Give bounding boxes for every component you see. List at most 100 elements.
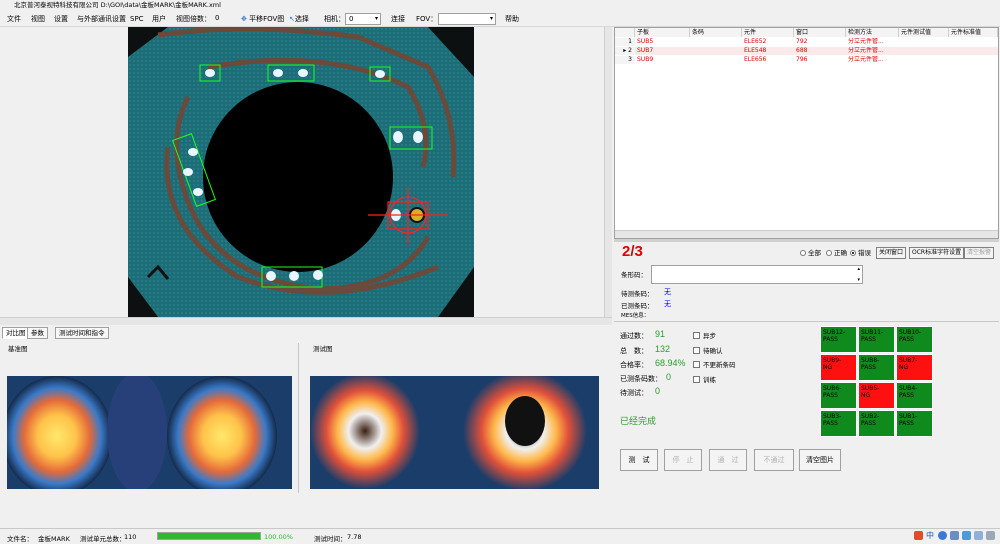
subboard-cell[interactable]: SUB11- PASS bbox=[858, 326, 895, 353]
chevron-down-icon: ▾ bbox=[489, 15, 493, 22]
col-barcode[interactable]: 条码 bbox=[690, 28, 742, 37]
progress-text: 100.00% bbox=[264, 533, 293, 541]
subboard-cell[interactable]: SUB3- PASS bbox=[820, 410, 857, 437]
col-sub[interactable]: 子板 bbox=[635, 28, 690, 37]
subboard-cell[interactable]: SUB7- NG bbox=[896, 354, 933, 381]
view-count-label: 视图倍数： bbox=[176, 15, 211, 23]
menu-comm[interactable]: 与外部通讯设置 bbox=[77, 14, 126, 24]
tab-compare[interactable]: 对比图 bbox=[2, 327, 30, 339]
subboard-cell[interactable]: SUB2- PASS bbox=[858, 410, 895, 437]
grid-icon[interactable] bbox=[986, 531, 995, 540]
select-button[interactable]: ↖选择 bbox=[289, 14, 309, 24]
lang-icon[interactable]: 中 bbox=[926, 530, 934, 541]
cell-method: 分立元件管... bbox=[848, 38, 884, 45]
table-row[interactable]: 1 SUB5 ELE652 792 分立元件管... bbox=[615, 38, 998, 46]
stop-button[interactable]: 停 止 bbox=[664, 449, 702, 471]
moon-icon[interactable] bbox=[938, 531, 947, 540]
confirm-checkbox[interactable]: 待确认 bbox=[693, 345, 723, 355]
tab-params[interactable]: 参数 bbox=[27, 327, 48, 339]
shirt-icon[interactable] bbox=[974, 531, 983, 540]
row-pointer-icon: ▸ bbox=[623, 47, 627, 54]
table-row-selected[interactable]: ▸ 2 SUB7 ELE548 688 分立元件管... bbox=[615, 47, 998, 55]
pcb-image[interactable] bbox=[128, 27, 474, 317]
subboard-cell[interactable]: SUB5- NG bbox=[858, 382, 895, 409]
view-count-input[interactable]: 0 bbox=[212, 13, 234, 25]
camera-label: 相机： bbox=[324, 15, 345, 23]
base-image bbox=[7, 376, 292, 489]
test-button[interactable]: 测 试 bbox=[620, 449, 658, 471]
fail-button[interactable]: 不通过 bbox=[754, 449, 794, 471]
tested-codes-label: 已测条码数： bbox=[620, 375, 662, 383]
cell-part: ELE652 bbox=[744, 38, 767, 45]
right-splitter[interactable] bbox=[614, 239, 999, 242]
menu-help[interactable]: 帮助 bbox=[505, 14, 519, 24]
col-part[interactable]: 元件 bbox=[742, 28, 794, 37]
cell-window: 796 bbox=[796, 56, 808, 63]
panel-splitter[interactable] bbox=[298, 343, 299, 493]
test-image bbox=[310, 376, 599, 489]
person-icon[interactable] bbox=[962, 531, 971, 540]
menu-user[interactable]: 用户 bbox=[152, 14, 166, 24]
pass-button[interactable]: 通 过 bbox=[709, 449, 747, 471]
tested-barcode-value: 无 bbox=[664, 300, 671, 308]
no-update-barcode-checkbox[interactable]: 不更新条码 bbox=[693, 359, 736, 369]
progress-bar bbox=[157, 532, 261, 540]
subboard-cell[interactable]: SUB4- PASS bbox=[896, 382, 933, 409]
subboard-cell[interactable]: SUB6- PASS bbox=[820, 382, 857, 409]
col-window[interactable]: 窗口 bbox=[794, 28, 846, 37]
ocr-settings-button[interactable]: OCR标准字符设置 bbox=[909, 247, 965, 259]
col-std-value[interactable]: 元件标准值 bbox=[949, 28, 998, 37]
menu-view[interactable]: 视图 bbox=[31, 14, 45, 24]
train-checkbox[interactable]: 训练 bbox=[693, 374, 716, 384]
filter-err-radio[interactable]: 错误 bbox=[850, 249, 871, 258]
camera-select[interactable]: 0 ▾ bbox=[345, 13, 381, 25]
tested-codes-value: 0 bbox=[666, 372, 672, 382]
checkbox-icon bbox=[693, 361, 700, 368]
pending-barcode-label: 待测条码： bbox=[621, 290, 654, 298]
async-checkbox[interactable]: 异步 bbox=[693, 330, 716, 340]
status-bar: 文件名： 金板MARK 测试单元总数： 110 100.00% 测试时间： 7.… bbox=[0, 528, 1000, 544]
image-h-scrollbar[interactable] bbox=[0, 317, 612, 325]
status-done: 已经完成 bbox=[620, 417, 657, 427]
keyboard-icon[interactable] bbox=[950, 531, 959, 540]
barcode-input[interactable]: ▴ ▾ bbox=[651, 265, 863, 284]
progress-fill bbox=[158, 533, 260, 539]
pan-fov-button[interactable]: ✥ 平移FOV图 bbox=[241, 14, 284, 24]
file-name-value: 金板MARK bbox=[38, 535, 70, 543]
cell-sub: SUB5 bbox=[637, 38, 654, 45]
checkbox-icon bbox=[693, 376, 700, 383]
menu-spc[interactable]: SPC bbox=[130, 14, 144, 24]
pending-test-value: 0 bbox=[655, 386, 661, 396]
subboard-cell[interactable]: SUB8- PASS bbox=[858, 354, 895, 381]
clear-images-button[interactable]: 清空图片 bbox=[799, 449, 841, 471]
filter-ok-radio[interactable]: 正确 bbox=[826, 249, 847, 258]
subboard-cell[interactable]: SUB9- NG bbox=[820, 354, 857, 381]
connect-button[interactable]: 连接 bbox=[391, 14, 405, 24]
table-h-scrollbar[interactable] bbox=[615, 230, 998, 238]
chevron-down-icon: ▾ bbox=[374, 15, 378, 22]
menu-settings[interactable]: 设置 bbox=[54, 14, 68, 24]
subboard-cell[interactable]: SUB1- PASS bbox=[896, 410, 933, 437]
checkbox-icon bbox=[693, 332, 700, 339]
subboard-cell[interactable]: SUB10- PASS bbox=[896, 326, 933, 353]
checkbox-icon bbox=[693, 347, 700, 354]
ime-icon[interactable] bbox=[914, 531, 923, 540]
row-number: 1 bbox=[615, 38, 635, 46]
radio-icon bbox=[800, 250, 806, 256]
mes-info-label: MES信息： bbox=[621, 313, 650, 319]
results-table: 子板 条码 元件 窗口 检测方法 元件测试值 元件标准值 1 SUB5 ELE6… bbox=[614, 27, 999, 239]
menu-file[interactable]: 文件 bbox=[7, 14, 21, 24]
subboard-cell[interactable]: SUB12- PASS bbox=[820, 326, 857, 353]
image-v-scrollbar[interactable] bbox=[604, 27, 612, 317]
move-icon: ✥ bbox=[241, 15, 247, 23]
close-window-button[interactable]: 关闭窗口 bbox=[876, 247, 907, 259]
total-count-value: 132 bbox=[655, 344, 671, 354]
col-test-value[interactable]: 元件测试值 bbox=[899, 28, 949, 37]
col-method[interactable]: 检测方法 bbox=[846, 28, 899, 37]
tab-time-cmd[interactable]: 测试时间和指令 bbox=[55, 327, 109, 339]
fov-select[interactable]: ▾ bbox=[438, 13, 496, 25]
chevron-up-icon: ▴ bbox=[857, 266, 860, 272]
filter-all-radio[interactable]: 全部 bbox=[800, 249, 821, 258]
table-row[interactable]: 3 SUB9 ELE656 796 分立元件管... bbox=[615, 56, 998, 64]
clear-alarm-button[interactable]: 清空报警 bbox=[964, 247, 995, 259]
